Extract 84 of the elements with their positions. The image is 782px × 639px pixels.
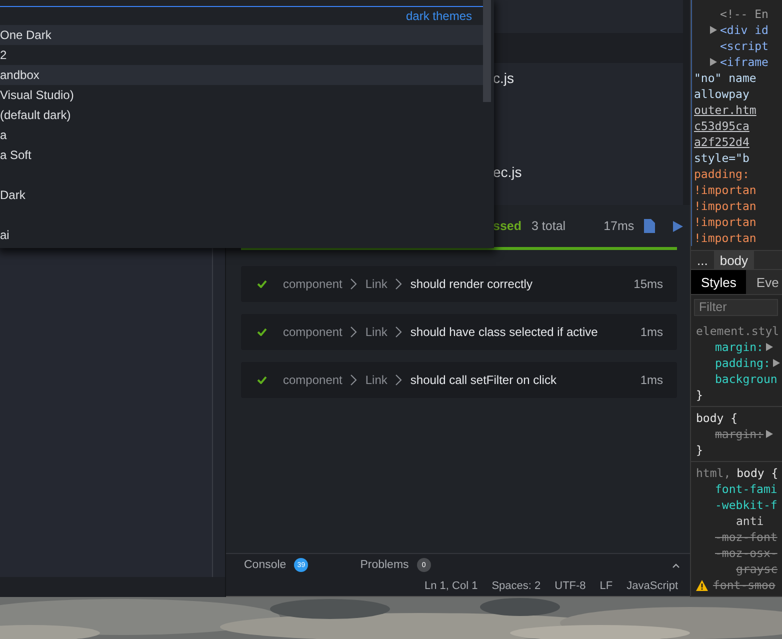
test-name: should have class selected if active [410, 325, 598, 339]
scrollbar[interactable] [483, 0, 491, 102]
code-line: !importan [694, 182, 756, 198]
test-path: component [283, 277, 342, 291]
theme-option[interactable]: (default dark) [0, 105, 483, 125]
status-item[interactable]: UTF-8 [554, 580, 586, 592]
theme-option[interactable]: One Dark [0, 25, 483, 45]
theme-option[interactable]: andbox [0, 65, 483, 85]
test-path: Link [365, 373, 388, 387]
chevron-icon [395, 374, 402, 386]
theme-option[interactable]: a Soft [0, 145, 483, 165]
chevron-icon [350, 374, 358, 386]
warning-icon [696, 580, 708, 590]
css-text: font-smoo [713, 577, 776, 593]
test-duration: 1ms [640, 325, 663, 339]
css-text: element.styl [696, 323, 780, 339]
css-text: graysc [735, 561, 778, 577]
file-icon[interactable] [644, 219, 656, 233]
test-duration: 15ms [634, 277, 663, 291]
expand-icon[interactable] [766, 430, 774, 438]
theme-option[interactable]: ai [0, 225, 483, 245]
more-button[interactable]: ... [691, 251, 714, 270]
css-text: -moz-font [714, 529, 778, 545]
chevron-icon [350, 278, 358, 290]
css-text: -webkit-f [714, 497, 778, 513]
code-line: outer.htm [694, 102, 756, 118]
test-path: Link [365, 325, 388, 339]
test-total: 3 total [532, 219, 566, 233]
css-text: } [696, 387, 703, 403]
theme-option[interactable]: 2 [0, 45, 483, 65]
css-text: -moz-osx- [714, 545, 778, 561]
theme-option[interactable]: a [0, 125, 483, 145]
css-text: body { [736, 465, 778, 481]
theme-option[interactable]: Dark [0, 185, 483, 205]
test-duration: 17ms [604, 219, 634, 233]
css-text: margin: [714, 426, 764, 442]
css-text: backgroun [714, 371, 778, 387]
test-path: component [283, 325, 342, 339]
status-item[interactable]: Ln 1, Col 1 [424, 580, 478, 592]
code-line: <!-- En [720, 6, 768, 22]
play-icon[interactable] [673, 220, 684, 232]
css-text: body { [696, 410, 738, 426]
css-text: font-fami [714, 481, 778, 497]
test-path: Link [365, 277, 388, 291]
css-text: padding: [714, 355, 770, 371]
code-line: !importan [694, 198, 756, 214]
css-text: margin: [714, 339, 764, 355]
code-line: <div id [720, 22, 768, 38]
chevron-icon [395, 326, 402, 338]
code-line: a2f252d4 [694, 134, 750, 150]
css-text: } [696, 442, 703, 458]
code-line: !importan [694, 230, 756, 246]
test-row[interactable]: component Link should call setFilter on click 1ms [241, 362, 677, 398]
expand-icon[interactable] [710, 26, 717, 34]
caret-icon[interactable] [672, 562, 680, 568]
expand-icon[interactable] [710, 58, 717, 66]
status-item[interactable]: LF [600, 580, 613, 592]
filter-field[interactable]: Filter [694, 298, 778, 316]
css-text: html, [696, 465, 731, 481]
code-line: style="b [694, 150, 750, 166]
chevron-icon [395, 278, 402, 290]
code-line: allowpay [694, 86, 750, 102]
code-line: <script [720, 38, 768, 54]
code-line: !importan [694, 214, 756, 230]
test-duration: 1ms [640, 373, 663, 387]
status-item[interactable]: Spaces: 2 [492, 580, 541, 592]
test-status: ssed [493, 219, 522, 233]
code-line: <iframe [720, 54, 768, 70]
test-name: should call setFilter on click [410, 373, 556, 387]
styles-tab[interactable]: Eve [746, 270, 782, 294]
code-line: "no" name [694, 70, 756, 86]
theme-option[interactable]: Visual Studio) [0, 85, 483, 105]
test-name: should render correctly [410, 277, 532, 291]
status-item[interactable]: JavaScript [626, 580, 678, 592]
breadcrumb-item[interactable]: body [714, 251, 754, 270]
css-text: anti [735, 513, 764, 529]
chevron-icon [350, 326, 358, 338]
test-row[interactable]: component Link should render correctly 15ms [241, 266, 677, 302]
test-path: component [283, 373, 342, 387]
test-row[interactable]: component Link should have class selected if active 1ms [241, 314, 677, 350]
code-line: c53d95ca [694, 118, 750, 134]
section-label: dark themes [404, 8, 473, 25]
code-line: padding: [694, 166, 750, 182]
styles-tab[interactable]: Styles [691, 270, 746, 294]
